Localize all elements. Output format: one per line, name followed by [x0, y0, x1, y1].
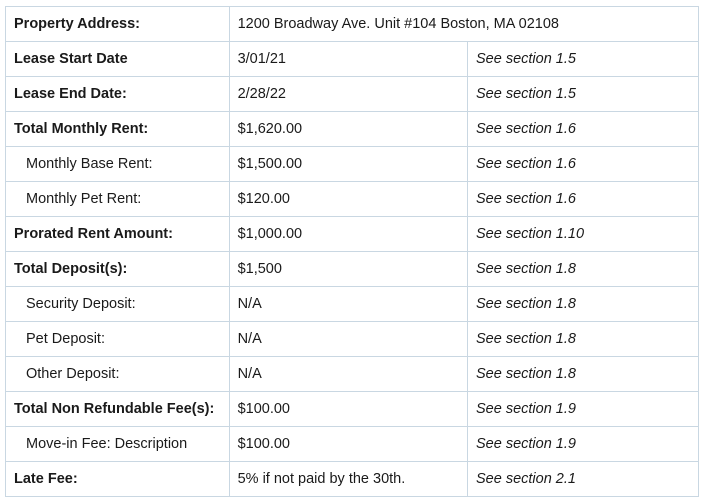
row-section-reference: See section 1.6 [466, 146, 700, 182]
row-value: $100.00 [228, 391, 468, 427]
lease-summary-table: Property Address: 1200 Broadway Ave. Unit… [5, 6, 700, 497]
row-section-reference: See section 1.8 [466, 356, 700, 392]
row-section-reference: See section 1.8 [466, 321, 700, 357]
table-row: Lease End Date: 2/28/22 See section 1.5 [5, 76, 700, 112]
table-row: Total Monthly Rent: $1,620.00 See section … [5, 111, 700, 147]
row-value: 3/01/21 [228, 41, 468, 77]
row-label: Monthly Pet Rent: [5, 181, 230, 217]
row-value: 5% if not paid by the 30th. [228, 461, 468, 497]
row-value: $1,500 [228, 251, 468, 287]
row-value: N/A [228, 321, 468, 357]
table-row: Total Non Refundable Fee(s): $100.00 See s… [5, 391, 700, 427]
row-value: N/A [228, 286, 468, 322]
row-label: Prorated Rent Amount: [5, 216, 230, 252]
row-section-reference: See section 2.1 [466, 461, 700, 497]
row-value: $1,000.00 [228, 216, 468, 252]
row-value: $120.00 [228, 181, 468, 217]
row-section-reference: See section 1.9 [466, 391, 700, 427]
table-row: Monthly Base Rent: $1,500.00 See section 1… [5, 146, 700, 182]
table-row: Prorated Rent Amount: $1,000.00 See sectio… [5, 216, 700, 252]
table-row: Monthly Pet Rent: $120.00 See section 1.6 [5, 181, 700, 217]
row-label: Total Monthly Rent: [5, 111, 230, 147]
table-row: Pet Deposit: N/A See section 1.8 [5, 321, 700, 357]
row-value: 1200 Broadway Ave. Unit #104 Boston, MA … [228, 6, 700, 42]
row-value: $1,500.00 [228, 146, 468, 182]
table-row: Lease Start Date 3/01/21 See section 1.5 [5, 41, 700, 77]
row-label: Pet Deposit: [5, 321, 230, 357]
row-value: $100.00 [228, 426, 468, 462]
row-section-reference: See section 1.8 [466, 251, 700, 287]
row-section-reference: See section 1.5 [466, 76, 700, 112]
table-row: Security Deposit: N/A See section 1.8 [5, 286, 700, 322]
row-label: Lease Start Date [5, 41, 230, 77]
table-row: Move-in Fee: Description $100.00 See secti… [5, 426, 700, 462]
row-value: N/A [228, 356, 468, 392]
row-label: Late Fee: [5, 461, 230, 497]
row-section-reference: See section 1.9 [466, 426, 700, 462]
row-label: Move-in Fee: Description [5, 426, 230, 462]
row-label: Property Address: [5, 6, 230, 42]
row-value: 2/28/22 [228, 76, 468, 112]
row-section-reference: See section 1.8 [466, 286, 700, 322]
row-section-reference: See section 1.6 [466, 111, 700, 147]
row-section-reference: See section 1.10 [466, 216, 700, 252]
table-row: Other Deposit: N/A See section 1.8 [5, 356, 700, 392]
row-section-reference: See section 1.6 [466, 181, 700, 217]
row-label: Lease End Date: [5, 76, 230, 112]
table-row: Late Fee: 5% if not paid by the 30th. See … [5, 461, 700, 497]
lease-summary-body: Property Address: 1200 Broadway Ave. Unit… [5, 6, 700, 497]
row-label: Monthly Base Rent: [5, 146, 230, 182]
row-section-reference: See section 1.5 [466, 41, 700, 77]
row-label: Total Deposit(s): [5, 251, 230, 287]
row-label: Total Non Refundable Fee(s): [5, 391, 230, 427]
table-row: Total Deposit(s): $1,500 See section 1.8 [5, 251, 700, 287]
row-label: Security Deposit: [5, 286, 230, 322]
row-value: $1,620.00 [228, 111, 468, 147]
row-label: Other Deposit: [5, 356, 230, 392]
table-row: Property Address: 1200 Broadway Ave. Unit… [5, 6, 700, 42]
